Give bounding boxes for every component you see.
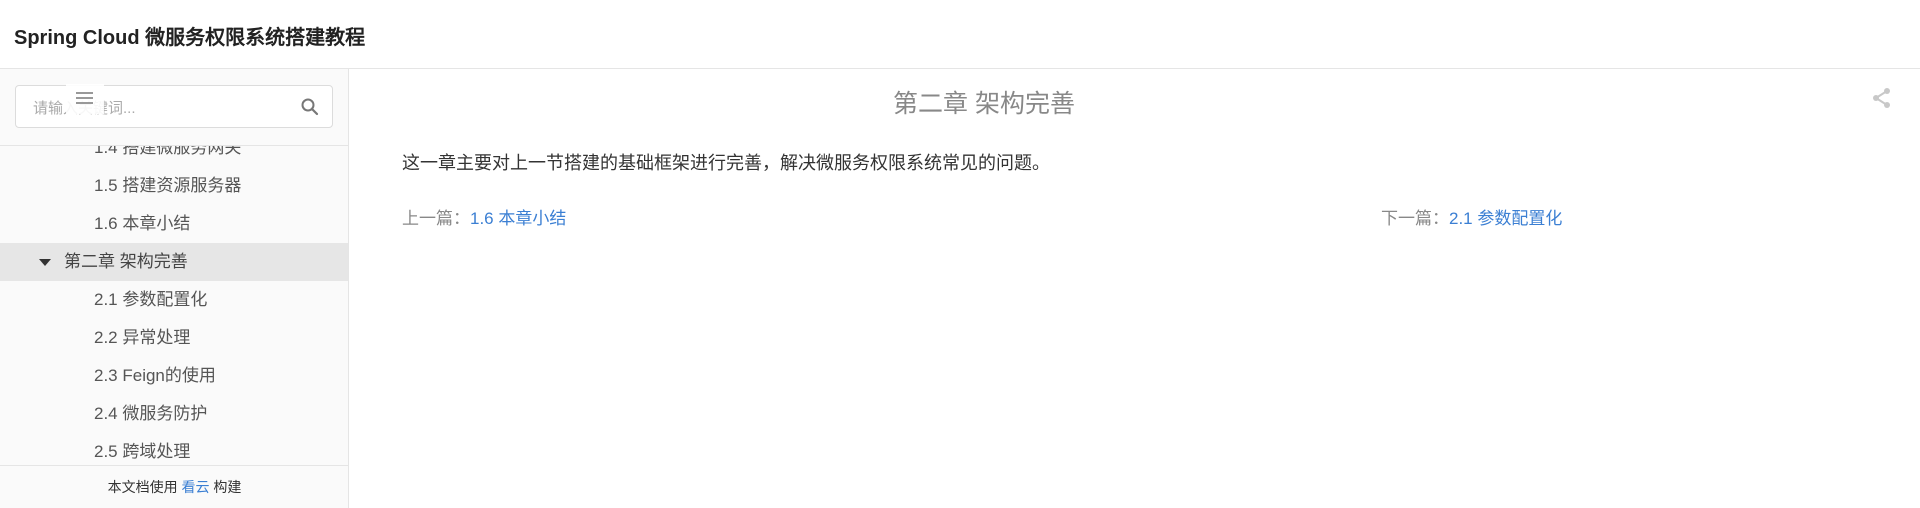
toc-item-2-2[interactable]: 2.2 异常处理 <box>0 319 348 357</box>
search-box[interactable] <box>15 85 333 128</box>
prev-page: 上一篇：1.6 本章小结 <box>402 204 566 229</box>
share-icon[interactable] <box>1872 87 1892 109</box>
toc-item-label: 1.6 本章小结 <box>94 214 191 233</box>
toc-item-1-6[interactable]: 1.6 本章小结 <box>0 205 348 243</box>
toc-item-2-3[interactable]: 2.3 Feign的使用 <box>0 357 348 395</box>
prev-label: 上一篇： <box>402 209 470 228</box>
sidebar-footer: 本文档使用 看云 构建 <box>0 465 348 508</box>
toc-item-label: 2.4 微服务防护 <box>94 404 208 423</box>
toc-item-label: 第二章 架构完善 <box>64 252 188 271</box>
toc-item-1-4[interactable]: 1.4 搭建微服务网关 <box>0 146 348 167</box>
toc-item-label: 2.1 参数配置化 <box>94 290 208 309</box>
article-body: 这一章主要对上一节搭建的基础框架进行完善，解决微服务权限系统常见的问题。 <box>402 153 1050 173</box>
main-content: 第二章 架构完善 这一章主要对上一节搭建的基础框架进行完善，解决微服务权限系统常… <box>349 69 1920 508</box>
next-page-link[interactable]: 2.1 参数配置化 <box>1449 209 1562 228</box>
toc-list: 1.4 搭建微服务网关 1.5 搭建资源服务器 1.6 本章小结 第二章 架构完… <box>0 146 348 466</box>
toc-item-label: 2.2 异常处理 <box>94 328 191 347</box>
footer-prefix: 本文档使用 <box>107 479 178 495</box>
kancloud-link[interactable]: 看云 <box>182 479 210 495</box>
toc-item-2-4[interactable]: 2.4 微服务防护 <box>0 395 348 433</box>
page-title: 第二章 架构完善 <box>893 90 1075 118</box>
toc-item-2-5[interactable]: 2.5 跨域处理 <box>0 433 348 466</box>
next-label: 下一篇： <box>1381 209 1449 228</box>
toc-item-1-5[interactable]: 1.5 搭建资源服务器 <box>0 167 348 205</box>
sidebar: 1.4 搭建微服务网关 1.5 搭建资源服务器 1.6 本章小结 第二章 架构完… <box>0 69 349 508</box>
app-title: Spring Cloud 微服务权限系统搭建教程 <box>14 27 366 49</box>
prev-page-link[interactable]: 1.6 本章小结 <box>470 209 566 228</box>
top-bar: Spring Cloud 微服务权限系统搭建教程 <box>0 0 1920 69</box>
footer-suffix: 构建 <box>213 479 242 495</box>
toc-item-chapter-2[interactable]: 第二章 架构完善 <box>0 243 348 281</box>
caret-down-icon[interactable] <box>39 259 51 266</box>
toc-item-label: 1.5 搭建资源服务器 <box>94 176 242 195</box>
menu-icon[interactable] <box>66 84 104 114</box>
toc-item-label: 2.3 Feign的使用 <box>94 366 216 385</box>
search-icon[interactable] <box>300 97 320 117</box>
toc-item-2-1[interactable]: 2.1 参数配置化 <box>0 281 348 319</box>
toc: 1.4 搭建微服务网关 1.5 搭建资源服务器 1.6 本章小结 第二章 架构完… <box>0 146 348 466</box>
toc-item-label: 1.4 搭建微服务网关 <box>94 146 242 157</box>
toc-item-label: 2.5 跨域处理 <box>94 442 191 461</box>
next-page: 下一篇：2.1 参数配置化 <box>1381 204 1562 229</box>
